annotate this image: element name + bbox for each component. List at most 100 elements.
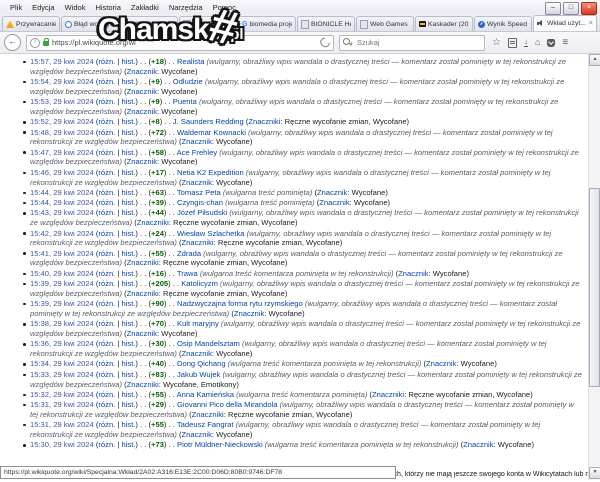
diff-link[interactable]: różn. (98, 390, 115, 399)
hist-link[interactable]: hist. (121, 390, 135, 399)
hist-link[interactable]: hist. (121, 148, 135, 157)
tag-label-link[interactable]: Znaczniki (137, 218, 169, 227)
timestamp-link[interactable]: 15:41, 29 kwi 2024 (30, 249, 94, 258)
tag-label-link[interactable]: Znacznik (127, 67, 157, 76)
hist-link[interactable]: hist. (121, 128, 135, 137)
timestamp-link[interactable]: 15:40, 29 kwi 2024 (30, 269, 94, 278)
page-link[interactable]: Zdrada (177, 249, 201, 258)
timestamp-link[interactable]: 15:36, 29 kwi 2024 (30, 339, 94, 348)
tab[interactable]: BIONICLE Her... (297, 16, 355, 31)
hist-link[interactable]: hist. (121, 400, 135, 409)
diff-link[interactable]: różn. (98, 57, 115, 66)
diff-link[interactable]: różn. (98, 198, 115, 207)
tab[interactable]: Wynik Speed T... (474, 16, 532, 31)
url-text[interactable]: https://pl.wikiquote.org/wi (52, 38, 317, 47)
timestamp-link[interactable]: 15:53, 29 kwi 2024 (30, 97, 94, 106)
diff-link[interactable]: różn. (98, 279, 115, 288)
diff-link[interactable]: różn. (98, 400, 115, 409)
hist-link[interactable]: hist. (121, 117, 135, 126)
page-link[interactable]: Wiesław Szlachetka (177, 229, 245, 238)
timestamp-link[interactable]: 15:48, 29 kwi 2024 (30, 128, 94, 137)
tab[interactable]: Web Games | BioM... (179, 16, 237, 31)
search-icon[interactable]: + (343, 38, 352, 47)
tag-label-link[interactable]: Znacznik (319, 198, 349, 207)
page-link[interactable]: Waldemar Kownacki (177, 128, 246, 137)
search-bar[interactable]: + (339, 35, 485, 51)
timestamp-link[interactable]: 15:34, 29 kwi 2024 (30, 359, 94, 368)
hist-link[interactable]: hist. (121, 57, 135, 66)
tag-label-link[interactable]: Znacznik (182, 178, 212, 187)
diff-link[interactable]: różn. (98, 208, 115, 217)
hist-link[interactable]: hist. (121, 359, 135, 368)
pocket-icon[interactable] (547, 39, 555, 47)
downloads-icon[interactable]: ↓ (524, 38, 528, 47)
diff-link[interactable]: różn. (98, 117, 115, 126)
tab[interactable]: Błąd wczytywa... (61, 16, 119, 31)
hist-link[interactable]: hist. (121, 208, 135, 217)
hist-link[interactable]: hist. (121, 168, 135, 177)
page-link[interactable]: Józef Piłsudski (177, 208, 227, 217)
timestamp-link[interactable]: 15:57, 29 kwi 2024 (30, 57, 94, 66)
timestamp-link[interactable]: 15:38, 29 kwi 2024 (30, 319, 94, 328)
timestamp-link[interactable]: 15:47, 29 kwi 2024 (30, 148, 94, 157)
hist-link[interactable]: hist. (121, 440, 135, 449)
back-button[interactable]: ← (4, 34, 21, 51)
tab-close-icon[interactable]: × (589, 20, 593, 27)
diff-link[interactable]: różn. (98, 97, 115, 106)
hist-link[interactable]: hist. (121, 339, 135, 348)
menu-item[interactable]: Edycja (27, 3, 60, 12)
diff-link[interactable]: różn. (98, 188, 115, 197)
address-bar[interactable]: i https://pl.wikiquote.org/wi (26, 35, 334, 51)
tag-label-link[interactable]: Znacznik (317, 188, 347, 197)
tab[interactable]: Przywracanie s... (2, 16, 60, 31)
page-link[interactable]: Ace Frehley (177, 148, 218, 157)
menu-item[interactable]: Plik (5, 3, 27, 12)
diff-link[interactable]: różn. (98, 420, 115, 429)
page-link[interactable]: Czyngis-chan (177, 198, 223, 207)
page-link[interactable]: Nadzwyczajna forma rytu rzymskiego (177, 299, 303, 308)
tag-label-link[interactable]: Znacznik (463, 440, 493, 449)
diff-link[interactable]: różn. (98, 440, 115, 449)
hist-link[interactable]: hist. (121, 370, 135, 379)
page-link[interactable]: Katolicyzm (181, 279, 218, 288)
tag-label-link[interactable]: Znacznik (127, 329, 157, 338)
timestamp-link[interactable]: 15:31, 29 kwi 2024 (30, 420, 94, 429)
hist-link[interactable]: hist. (121, 269, 135, 278)
diff-link[interactable]: różn. (98, 168, 115, 177)
page-link[interactable]: Jakub Wujek (177, 370, 220, 379)
page-link[interactable]: Piotr Müldner-Nieckowski (177, 440, 263, 449)
timestamp-link[interactable]: 15:39, 29 kwi 2024 (30, 279, 94, 288)
tab-active[interactable]: Wkład użyt...× (533, 15, 597, 31)
diff-link[interactable]: różn. (98, 249, 115, 258)
tag-label-link[interactable]: Znacznik (127, 157, 157, 166)
scroll-up-icon[interactable]: ▲ (589, 54, 600, 66)
tag-label-link[interactable]: Znaczniki (127, 380, 159, 389)
minimize-button[interactable]: – (545, 2, 561, 15)
timestamp-link[interactable]: 15:42, 29 kwi 2024 (30, 229, 94, 238)
diff-link[interactable]: różn. (98, 370, 115, 379)
diff-link[interactable]: różn. (98, 148, 115, 157)
timestamp-link[interactable]: 15:39, 29 kwi 2024 (30, 299, 94, 308)
hist-link[interactable]: hist. (121, 198, 135, 207)
timestamp-link[interactable]: 15:33, 29 kwi 2024 (30, 370, 94, 379)
tag-label-link[interactable]: Znaczniki (372, 390, 404, 399)
info-icon[interactable]: i (30, 38, 40, 48)
home-icon[interactable]: ⌂ (535, 38, 540, 47)
timestamp-link[interactable]: 15:32, 29 kwi 2024 (30, 390, 94, 399)
page-link[interactable]: Dong Qichang (177, 359, 226, 368)
diff-link[interactable]: różn. (98, 319, 115, 328)
hist-link[interactable]: hist. (121, 77, 135, 86)
timestamp-link[interactable]: 15:31, 29 kwi 2024 (30, 400, 94, 409)
tag-label-link[interactable]: Znaczniki (127, 258, 159, 267)
tag-label-link[interactable]: Znacznik (182, 137, 212, 146)
page-link[interactable]: Realista (177, 57, 204, 66)
tab[interactable]: Web Games | ... (356, 16, 414, 31)
page-link[interactable]: Osip Mandelsztam (177, 339, 240, 348)
hist-link[interactable]: hist. (121, 319, 135, 328)
tag-label-link[interactable]: Znacznik (127, 107, 157, 116)
diff-link[interactable]: różn. (98, 269, 115, 278)
menu-item[interactable]: Zakładki (126, 3, 164, 12)
tag-label-link[interactable]: Znacznik (127, 87, 157, 96)
hist-link[interactable]: hist. (121, 229, 135, 238)
page-link[interactable]: J. Saunders Redding (173, 117, 244, 126)
